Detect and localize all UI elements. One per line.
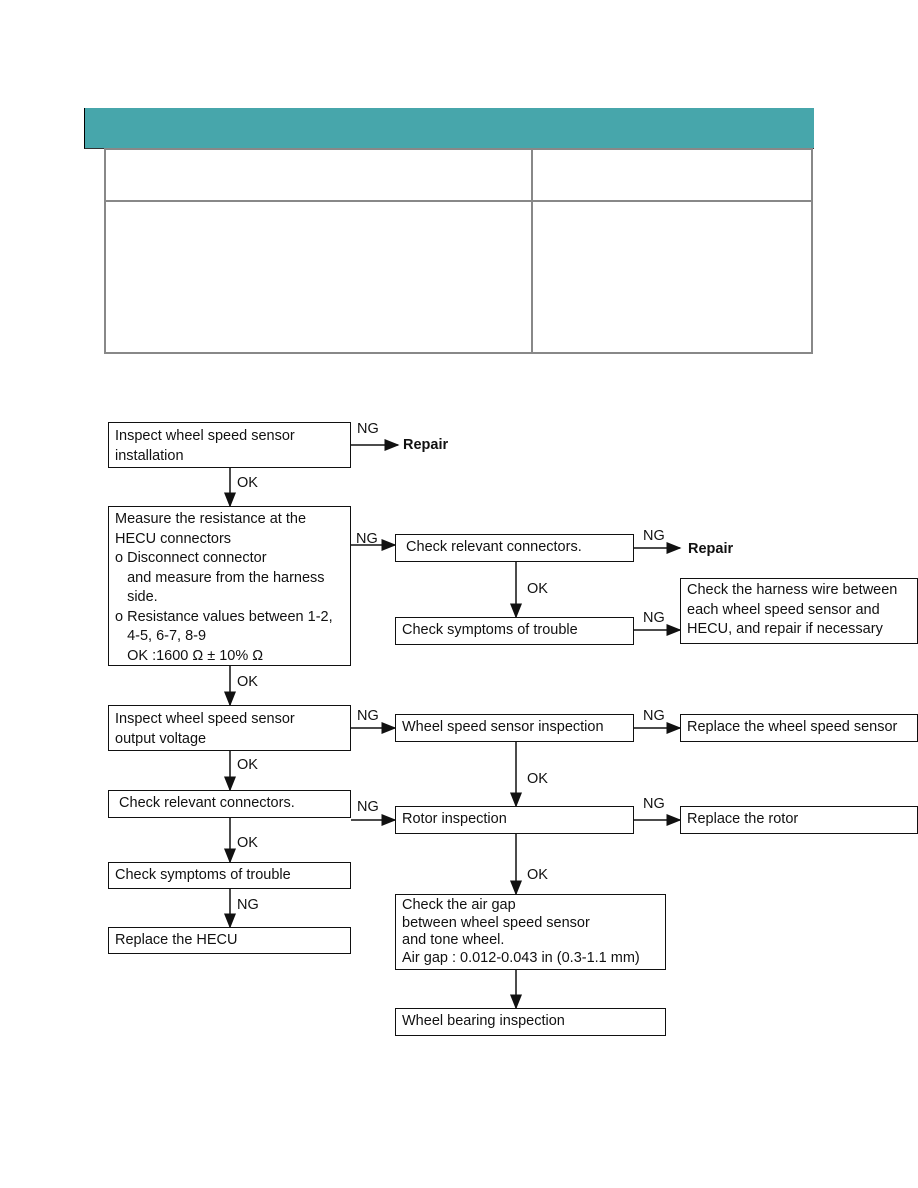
ok-label: OK xyxy=(237,475,258,491)
ng-label: NG xyxy=(237,897,259,913)
step-measure-resistance: Measure the resistance at the HECU conne… xyxy=(108,506,351,666)
step-check-harness: Check the harness wire between each whee… xyxy=(680,578,918,644)
ng-label: NG xyxy=(643,528,665,544)
ok-label: OK xyxy=(237,757,258,773)
step-wheel-bearing: Wheel bearing inspection xyxy=(395,1008,666,1036)
ok-label: OK xyxy=(527,771,548,787)
step-replace-sensor: Replace the wheel speed sensor xyxy=(680,714,918,742)
step-check-connectors: Check relevant connectors. xyxy=(395,534,634,562)
step-repair: Repair xyxy=(403,437,449,453)
ng-label: NG xyxy=(357,421,379,437)
step-sensor-inspection: Wheel speed sensor inspection xyxy=(395,714,634,742)
step-replace-rotor: Replace the rotor xyxy=(680,806,918,834)
ng-label: NG xyxy=(356,531,378,547)
ng-label: NG xyxy=(643,708,665,724)
step-repair: Repair xyxy=(688,541,734,557)
step-inspect-installation: Inspect wheel speed sensor installation xyxy=(108,422,351,468)
ng-label: NG xyxy=(643,796,665,812)
ok-label: OK xyxy=(237,835,258,851)
ng-label: NG xyxy=(357,799,379,815)
ok-label: OK xyxy=(237,674,258,690)
step-check-symptoms-left: Check symptoms of trouble xyxy=(108,862,351,889)
ng-label: NG xyxy=(643,610,665,626)
ok-label: OK xyxy=(527,581,548,597)
ok-label: OK xyxy=(527,867,548,883)
step-check-air-gap: Check the air gap between wheel speed se… xyxy=(395,894,666,970)
step-check-symptoms: Check symptoms of trouble xyxy=(395,617,634,645)
step-rotor-inspection: Rotor inspection xyxy=(395,806,634,834)
step-inspect-output-voltage: Inspect wheel speed sensor output voltag… xyxy=(108,705,351,751)
step-replace-hecu: Replace the HECU xyxy=(108,927,351,954)
step-check-connectors-left: Check relevant connectors. xyxy=(108,790,351,818)
ng-label: NG xyxy=(357,708,379,724)
